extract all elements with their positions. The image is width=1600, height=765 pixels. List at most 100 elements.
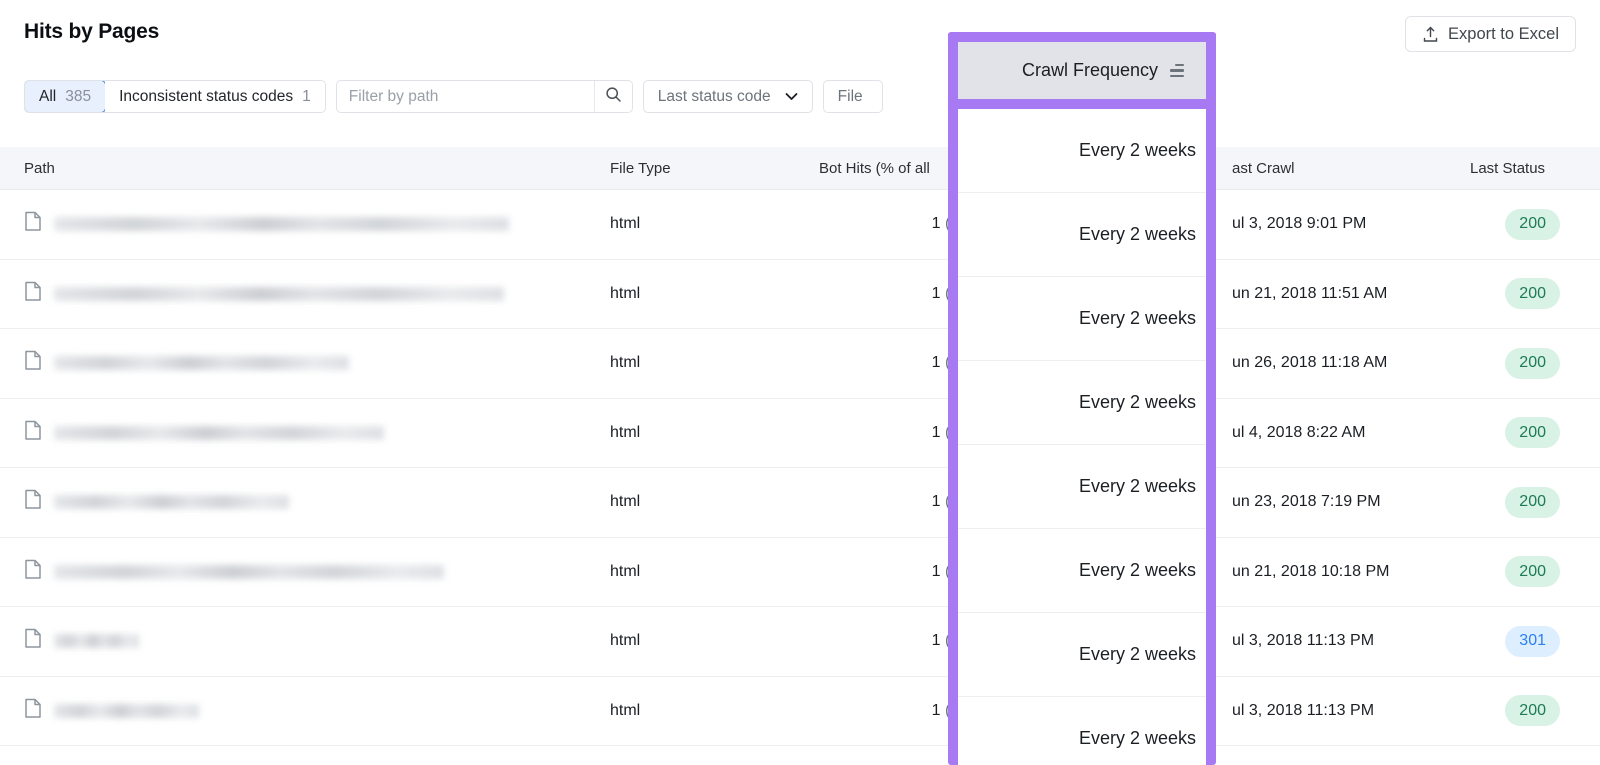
cell-last-status: 200: [1470, 278, 1600, 309]
crawl-frequency-cell: Every 2 weeks: [958, 445, 1206, 529]
column-header-last-crawl[interactable]: ast Crawl: [1220, 160, 1470, 177]
cell-last-status: 200: [1470, 556, 1600, 587]
table-toolbar: All 385 Inconsistent status codes 1 Last: [24, 80, 883, 113]
path-filter: [336, 80, 633, 113]
file-type-label: File: [838, 88, 863, 106]
column-header-path[interactable]: Path: [0, 160, 610, 177]
tab-inconsistent-label: Inconsistent status codes: [119, 88, 293, 106]
status-badge: 301: [1505, 626, 1560, 657]
table-row[interactable]: html1 (0.05%)un 21, 2018 10:18 PM200: [0, 538, 1600, 608]
upload-icon: [1422, 26, 1439, 43]
status-badge: 200: [1505, 556, 1560, 587]
column-header-file-type[interactable]: File Type: [610, 160, 815, 177]
bot-hits-value: 1: [932, 563, 941, 580]
cell-file-type: html: [610, 424, 815, 442]
path-redacted: [54, 287, 504, 301]
status-badge: 200: [1505, 487, 1560, 518]
column-header-last-status[interactable]: Last Status: [1470, 160, 1600, 177]
crawl-frequency-cell: Every 2 weeks: [958, 697, 1206, 765]
crawl-frequency-label: Crawl Frequency: [1022, 60, 1158, 81]
file-icon: [24, 698, 42, 724]
file-icon: [24, 628, 42, 654]
bot-hits-value: 1: [932, 215, 941, 232]
export-to-excel-button[interactable]: Export to Excel: [1405, 16, 1576, 52]
table-row[interactable]: html1 (0.05%)un 26, 2018 11:18 AM200: [0, 329, 1600, 399]
status-badge: 200: [1505, 348, 1560, 379]
file-type-dropdown[interactable]: File: [823, 80, 883, 113]
table-row[interactable]: html1 (0.05%)ul 3, 2018 9:01 PM200: [0, 190, 1600, 260]
search-button[interactable]: [594, 81, 632, 112]
last-status-code-dropdown[interactable]: Last status code: [643, 80, 813, 113]
cell-last-crawl: ul 4, 2018 8:22 AM: [1220, 424, 1470, 442]
bot-hits-value: 1: [932, 632, 941, 649]
file-icon: [24, 211, 42, 237]
file-icon: [24, 281, 42, 307]
tab-all[interactable]: All 385: [24, 80, 106, 113]
cell-last-status: 200: [1470, 417, 1600, 448]
bot-hits-value: 1: [932, 424, 941, 441]
crawl-frequency-cell: Every 2 weeks: [958, 361, 1206, 445]
last-status-code-label: Last status code: [658, 88, 771, 106]
cell-last-status: 200: [1470, 348, 1600, 379]
hits-table: Path File Type Bot Hits (% of all ast Cr…: [0, 147, 1600, 746]
tab-inconsistent-count: 1: [302, 88, 311, 106]
status-badge: 200: [1505, 209, 1560, 240]
cell-last-crawl: ul 3, 2018 9:01 PM: [1220, 215, 1470, 233]
path-redacted: [54, 495, 289, 509]
path-redacted: [54, 565, 444, 579]
cell-last-crawl: un 26, 2018 11:18 AM: [1220, 354, 1470, 372]
cell-path[interactable]: [0, 698, 610, 724]
crawl-frequency-column-header[interactable]: Crawl Frequency: [958, 42, 1206, 109]
tab-inconsistent-status-codes[interactable]: Inconsistent status codes 1: [105, 81, 325, 112]
crawl-frequency-cell: Every 2 weeks: [958, 277, 1206, 361]
bot-hits-value: 1: [932, 354, 941, 371]
path-redacted: [54, 426, 384, 440]
cell-path[interactable]: [0, 489, 610, 515]
cell-path[interactable]: [0, 350, 610, 376]
cell-file-type: html: [610, 632, 815, 650]
cell-path[interactable]: [0, 211, 610, 237]
chevron-down-icon: [785, 88, 798, 106]
cell-last-status: 200: [1470, 209, 1600, 240]
cell-last-status: 301: [1470, 626, 1600, 657]
hits-by-pages-panel: Hits by Pages Export to Excel All 385 In…: [0, 0, 1600, 765]
tab-all-label: All: [39, 88, 56, 106]
cell-path[interactable]: [0, 281, 610, 307]
status-badge: 200: [1505, 695, 1560, 726]
path-redacted: [54, 704, 199, 718]
file-icon: [24, 559, 42, 585]
crawl-frequency-cell: Every 2 weeks: [958, 193, 1206, 277]
export-button-label: Export to Excel: [1448, 25, 1559, 44]
cell-file-type: html: [610, 493, 815, 511]
cell-file-type: html: [610, 285, 815, 303]
table-row[interactable]: html1 (0.05%)ul 3, 2018 11:13 PM301: [0, 607, 1600, 677]
sort-descending-icon[interactable]: [1170, 64, 1184, 78]
cell-path[interactable]: [0, 628, 610, 654]
status-badge: 200: [1505, 278, 1560, 309]
cell-last-crawl: ul 3, 2018 11:13 PM: [1220, 702, 1470, 720]
table-header-row: Path File Type Bot Hits (% of all ast Cr…: [0, 147, 1600, 190]
cell-file-type: html: [610, 354, 815, 372]
cell-last-crawl: ul 3, 2018 11:13 PM: [1220, 632, 1470, 650]
cell-file-type: html: [610, 563, 815, 581]
cell-path[interactable]: [0, 559, 610, 585]
search-input[interactable]: [337, 81, 594, 112]
crawl-frequency-cell: Every 2 weeks: [958, 529, 1206, 613]
file-icon: [24, 489, 42, 515]
cell-path[interactable]: [0, 420, 610, 446]
page-title: Hits by Pages: [24, 20, 159, 44]
table-row[interactable]: html1 (0.05%)ul 4, 2018 8:22 AM200: [0, 399, 1600, 469]
bot-hits-value: 1: [932, 702, 941, 719]
status-badge: 200: [1505, 417, 1560, 448]
cell-last-crawl: un 23, 2018 7:19 PM: [1220, 493, 1470, 511]
cell-last-crawl: un 21, 2018 11:51 AM: [1220, 285, 1470, 303]
table-row[interactable]: html1 (0.05%)un 23, 2018 7:19 PM200: [0, 468, 1600, 538]
table-row[interactable]: html1 (0.05%)ul 3, 2018 11:13 PM200: [0, 677, 1600, 747]
cell-last-status: 200: [1470, 487, 1600, 518]
crawl-frequency-highlight-box: Crawl Frequency Every 2 weeksEvery 2 wee…: [948, 32, 1216, 765]
cell-last-crawl: un 21, 2018 10:18 PM: [1220, 563, 1470, 581]
crawl-frequency-cell: Every 2 weeks: [958, 613, 1206, 697]
table-row[interactable]: html1 (0.05%)un 21, 2018 11:51 AM200: [0, 260, 1600, 330]
bot-hits-value: 1: [932, 285, 941, 302]
tab-all-count: 385: [65, 88, 91, 106]
